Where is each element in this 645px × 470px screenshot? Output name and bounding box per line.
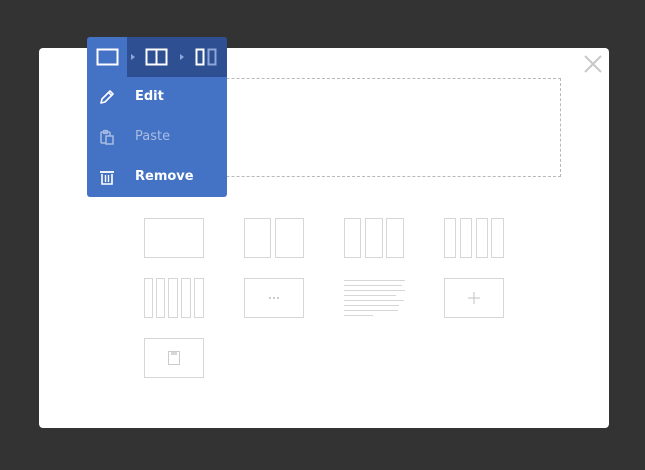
layout-2-columns-option[interactable] [244,218,304,258]
single-column-icon [96,48,119,66]
layout-separator-option[interactable] [244,278,304,318]
layout-1-column-option[interactable] [144,218,204,258]
layout-3-columns-icon [344,218,404,258]
menu-item-label: Edit [135,89,164,104]
layout-2-columns-icon [244,218,304,258]
trash-icon [100,171,114,185]
layout-box-option[interactable] [144,338,204,378]
layout-add-option[interactable] [444,278,504,318]
chevron-right-icon [180,54,184,60]
two-column-button[interactable] [139,37,175,77]
narrow-column-icon [195,48,217,66]
menu-item-edit[interactable]: Edit [87,77,227,117]
pencil-icon [100,90,114,104]
single-column-button[interactable] [87,37,127,77]
two-column-icon [145,48,168,66]
narrow-column-button[interactable] [188,37,227,77]
chevron-right-icon [131,54,135,60]
clipboard-icon [100,129,114,145]
menu-item-label: Remove [135,169,194,184]
layout-5-columns-option[interactable] [144,278,204,318]
layout-4-columns-option[interactable] [444,218,504,258]
column-toolbar [87,37,227,77]
layout-box-icon [144,338,204,378]
layout-add-icon [444,278,504,318]
menu-item-remove[interactable]: Remove [87,157,227,197]
layout-3-columns-option[interactable] [344,218,404,258]
menu-item-label: Paste [135,129,171,144]
menu-item-paste[interactable]: Paste [87,117,227,157]
layout-1-column-icon [144,218,204,258]
close-icon [584,55,602,73]
layout-text-icon [344,280,405,316]
layout-text-option[interactable] [344,278,405,318]
layout-separator-icon [244,278,304,318]
layout-5-columns-icon [144,278,204,318]
column-context-menu: Edit Paste Remove [87,77,227,197]
close-button[interactable] [583,54,603,74]
layout-4-columns-icon [444,218,504,258]
